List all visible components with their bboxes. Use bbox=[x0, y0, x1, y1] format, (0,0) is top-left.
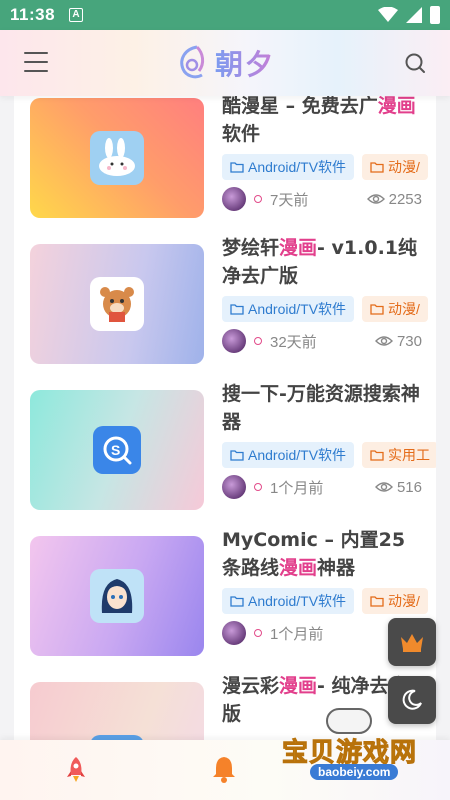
app-icon-search: S bbox=[93, 426, 141, 474]
post-time: 1个月前 bbox=[270, 625, 324, 643]
category-tag[interactable]: Android/TV软件 bbox=[222, 296, 355, 322]
vip-button[interactable] bbox=[388, 618, 436, 666]
status-time: 11:38 bbox=[10, 5, 56, 24]
card-title[interactable]: 梦绘轩漫画- v1.0.1纯净去广版 bbox=[222, 234, 422, 290]
card-tags: Android/TV软件 动漫/ bbox=[222, 296, 436, 322]
dot-icon bbox=[254, 629, 262, 637]
signal-icon bbox=[406, 7, 422, 23]
crown-icon bbox=[401, 634, 423, 652]
logo-text: 朝夕 bbox=[215, 43, 275, 83]
dot-icon bbox=[254, 337, 262, 345]
card-title[interactable]: 搜一下-万能资源搜索神器 bbox=[222, 380, 422, 436]
card-thumbnail[interactable] bbox=[30, 244, 204, 364]
eye-icon bbox=[366, 194, 385, 204]
gamepad-icon bbox=[326, 708, 372, 734]
card-meta: 1个月前 516 bbox=[222, 474, 422, 500]
card-meta: 32天前 730 bbox=[222, 328, 422, 354]
notification-icon: A bbox=[69, 8, 84, 22]
list-item[interactable]: S 搜一下-万能资源搜索神器 Android/TV软件 实用工 1个月前 516 bbox=[14, 382, 436, 528]
avatar[interactable] bbox=[222, 475, 246, 499]
post-time: 32天前 bbox=[270, 333, 317, 351]
view-count: 516 bbox=[374, 479, 422, 496]
card-title[interactable]: 酷漫星 – 免费去广漫画软件 bbox=[222, 96, 422, 148]
dot-icon bbox=[254, 483, 262, 491]
card-title[interactable]: MyComic – 内置25条路线漫画神器 bbox=[222, 526, 422, 582]
card-thumbnail[interactable] bbox=[30, 682, 204, 740]
watermark-url: baobeiy.com bbox=[310, 764, 399, 780]
folder-icon bbox=[230, 304, 244, 315]
list-item[interactable]: 梦绘轩漫画- v1.0.1纯净去广版 Android/TV软件 动漫/ 32天前 … bbox=[14, 236, 436, 382]
folder-icon bbox=[230, 596, 244, 607]
folder-icon bbox=[230, 162, 244, 173]
card-thumbnail[interactable]: S bbox=[30, 390, 204, 510]
card-thumbnail[interactable] bbox=[30, 98, 204, 218]
category-tag[interactable]: 动漫/ bbox=[362, 154, 428, 180]
post-time: 1个月前 bbox=[270, 479, 324, 497]
folder-icon bbox=[370, 304, 384, 315]
avatar[interactable] bbox=[222, 621, 246, 645]
nav-rocket[interactable] bbox=[62, 754, 90, 784]
avatar[interactable] bbox=[222, 187, 246, 211]
status-bar: 11:38 A bbox=[0, 0, 450, 30]
folder-icon bbox=[370, 596, 384, 607]
nav-notifications[interactable] bbox=[210, 754, 238, 784]
folder-icon bbox=[370, 162, 384, 173]
app-icon-bear bbox=[90, 277, 144, 331]
category-tag[interactable]: 实用工 bbox=[362, 442, 436, 468]
app-header: 朝夕 bbox=[0, 30, 450, 96]
card-meta: 7天前 2253 bbox=[222, 186, 422, 212]
folder-icon bbox=[370, 450, 384, 461]
post-time: 7天前 bbox=[270, 191, 309, 209]
card-tags: Android/TV软件 动漫/ bbox=[222, 154, 436, 180]
avatar[interactable] bbox=[222, 329, 246, 353]
eye-icon bbox=[374, 482, 393, 492]
dot-icon bbox=[254, 195, 262, 203]
logo-mark-icon bbox=[180, 45, 205, 79]
search-icon[interactable] bbox=[404, 52, 426, 74]
wifi-icon bbox=[378, 7, 398, 22]
view-count: 2253 bbox=[366, 191, 422, 208]
view-count: 730 bbox=[374, 333, 422, 350]
category-tag[interactable]: Android/TV软件 bbox=[222, 588, 355, 614]
folder-icon bbox=[230, 450, 244, 461]
eye-icon bbox=[374, 336, 393, 346]
category-tag[interactable]: Android/TV软件 bbox=[222, 154, 355, 180]
bell-icon bbox=[213, 757, 235, 783]
category-tag[interactable]: 动漫/ bbox=[362, 296, 428, 322]
rocket-icon bbox=[67, 757, 85, 782]
watermark-logo: 宝贝游戏网 baobeiy.com bbox=[281, 706, 422, 786]
app-logo[interactable]: 朝夕 bbox=[175, 43, 275, 83]
app-icon-anime bbox=[90, 569, 144, 623]
list-item[interactable]: MyComic – 内置25条路线漫画神器 Android/TV软件 动漫/ 1个… bbox=[14, 528, 436, 674]
battery-icon bbox=[430, 6, 440, 24]
article-list: 酷漫星 – 免费去广漫画软件 Android/TV软件 动漫/ 7天前 2253 … bbox=[14, 96, 436, 740]
svg-text:S: S bbox=[111, 442, 120, 458]
app-icon-bunny bbox=[90, 131, 144, 185]
menu-icon[interactable] bbox=[24, 52, 48, 72]
card-tags: Android/TV软件 动漫/ bbox=[222, 588, 436, 614]
category-tag[interactable]: Android/TV软件 bbox=[222, 442, 355, 468]
category-tag[interactable]: 动漫/ bbox=[362, 588, 428, 614]
list-item[interactable]: 酷漫星 – 免费去广漫画软件 Android/TV软件 动漫/ 7天前 2253 bbox=[14, 96, 436, 236]
card-tags: Android/TV软件 实用工 bbox=[222, 442, 436, 468]
card-thumbnail[interactable] bbox=[30, 536, 204, 656]
